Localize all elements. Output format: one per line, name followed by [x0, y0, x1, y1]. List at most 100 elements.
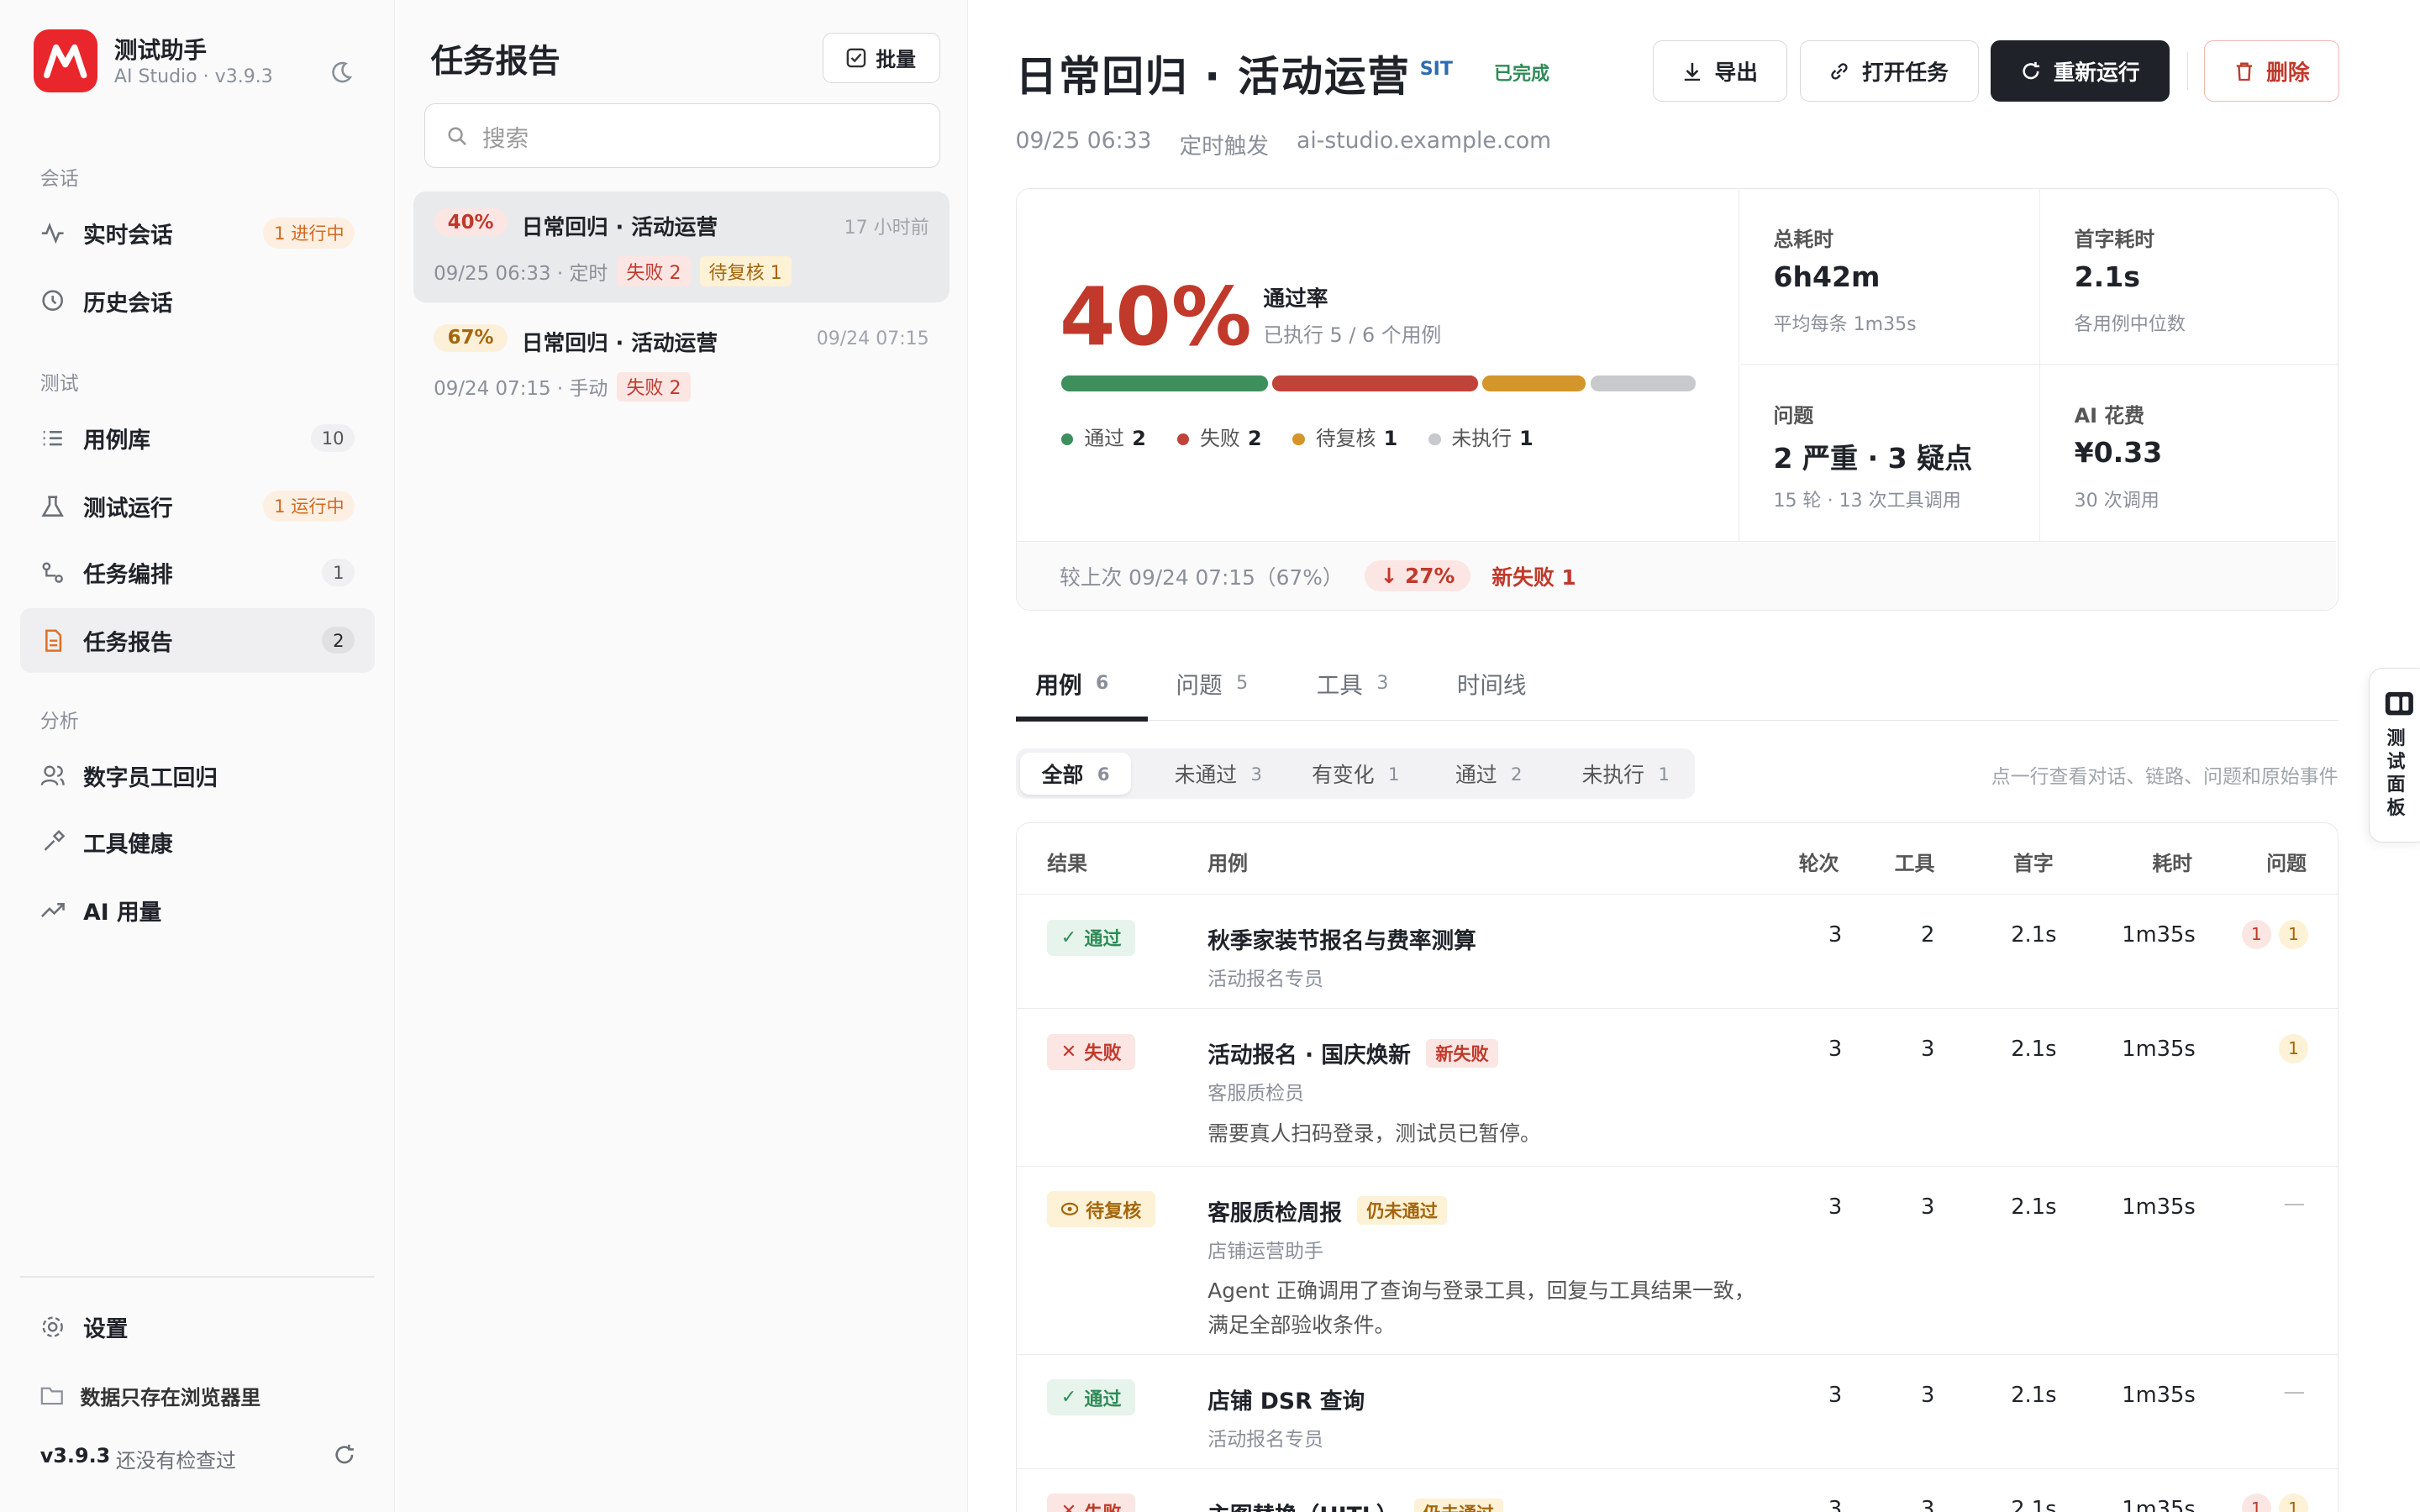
table-row[interactable]: 待复核 客服质检周报 仍未通过 店铺运营助手 Agent 正确调用了查询与登录工具… [1016, 1165, 2338, 1354]
ttft-cell: 2.1s [2011, 1037, 2057, 1063]
panel-label: 测试面板 [2386, 728, 2406, 819]
tab-tools[interactable]: 工具 3 [1317, 666, 1389, 700]
compare-prev: 较上次 09/24 07:15（67%） [1059, 564, 1344, 590]
still-failing-tag: 仍未通过 [1357, 1196, 1447, 1226]
trend-icon [40, 898, 65, 922]
delta-badge: ↓ 27% [1365, 560, 1470, 591]
sidebar-item-live-sessions[interactable]: 实时会话 1 进行中 [20, 201, 375, 265]
open-task-button[interactable]: 打开任务 [1799, 39, 1979, 102]
storage-note: 数据只存在浏览器里 [40, 1381, 260, 1410]
app-title: 测试助手 [113, 36, 208, 64]
sidebar-item-label: 测试运行 [83, 495, 173, 522]
count-badge: 1 [322, 559, 355, 586]
stat-issues: 问题 2 严重 · 3 疑点 15 轮 · 13 次工具调用 [1739, 365, 2039, 541]
column-header: 轮次 [1798, 851, 1839, 875]
tools-cell: 2 [1921, 922, 1935, 948]
sidebar-item-task-reports[interactable]: 任务报告 2 [19, 607, 376, 673]
link-icon [1831, 62, 1849, 80]
moon-icon[interactable] [329, 50, 353, 96]
app-subtitle: AI Studio · v3.9.3 [113, 66, 273, 87]
duration-cell: 1m35s [2122, 1496, 2196, 1512]
legend-review: 待复核 1 [1292, 422, 1397, 451]
sidebar-item-orchestration[interactable]: 任务编排 1 [20, 540, 375, 605]
case-name: 活动报名 · 国庆焕新 新失败 [1207, 1037, 1498, 1069]
ttft-cell: 2.1s [2011, 1194, 2057, 1220]
ttft-cell: 2.1s [2011, 1382, 2057, 1408]
filter-not-run[interactable]: 未执行 1 [1560, 753, 1691, 795]
report-time: 17 小时前 [844, 218, 929, 239]
workflow-icon [40, 560, 65, 585]
tab-cases[interactable]: 用例 6 [1035, 666, 1108, 700]
test-panel-toggle[interactable]: 测试面板 [2369, 668, 2420, 843]
filter-all[interactable]: 全部 6 [1020, 753, 1132, 795]
sidebar-item-digital-staff[interactable]: 数字员工回归 [20, 743, 375, 808]
report-list-item[interactable]: 40% 日常回归 · 活动运营 17 小时前 09/25 06:33 · 定时 … [413, 191, 950, 302]
status-badge: 1 进行中 [263, 217, 355, 249]
rounds-cell: 3 [1828, 1496, 1843, 1512]
refresh-icon[interactable] [334, 1444, 355, 1471]
pass-rate-badge: 40% [434, 207, 508, 237]
app-logo [34, 29, 97, 93]
table-row[interactable]: ✓ 通过 店铺 DSR 查询 活动报名专员 3 3 2.1s 1m35s — [1016, 1353, 2338, 1468]
new-fail-label: 新失败 1 [1491, 564, 1576, 590]
tools-cell: 3 [1921, 1037, 1935, 1063]
search-input[interactable]: 搜索 [424, 103, 940, 169]
filter-changed[interactable]: 有变化 1 [1290, 753, 1421, 795]
divider [2186, 52, 2189, 90]
sidebar-item-label: 数字员工回归 [83, 765, 218, 792]
column-header: 耗时 [2152, 851, 2193, 875]
pulse-icon [40, 221, 65, 245]
sidebar-item-case-library[interactable]: 用例库 10 [20, 406, 375, 470]
batch-button[interactable]: 批量 [822, 32, 940, 84]
settings-button[interactable]: 设置 [20, 1294, 375, 1359]
pass-rate-label: 通过率 [1263, 286, 1328, 312]
history-icon [40, 288, 65, 312]
detail-tabs: 用例 6 问题 5 工具 3 时间线 [1015, 648, 2338, 722]
env-badge: SIT [1419, 58, 1453, 80]
panel-icon [2385, 691, 2413, 716]
export-button[interactable]: 导出 [1653, 39, 1787, 102]
issue-counts: 11 [2241, 919, 2308, 949]
filter-passed[interactable]: 通过 2 [1434, 753, 1544, 795]
sidebar-item-tool-health[interactable]: 工具健康 [20, 810, 375, 874]
rerun-button[interactable]: 重新运行 [1991, 39, 2170, 102]
section-label: 会话 [39, 167, 79, 190]
rounds-cell: 3 [1828, 1194, 1843, 1220]
count-badge: 2 [322, 627, 355, 654]
summary-card: 40% 通过率 已执行 5 / 6 个用例 通过 2 失败 2 待复核 1 未执行 1 … [1015, 188, 2338, 612]
table-row[interactable]: ✕ 失败 主图替换（HITL）仍未通过 3 3 2.1s 1m35s 11 [1016, 1467, 2338, 1512]
refresh-icon [2023, 61, 2040, 79]
update-status: 还没有检查过 [115, 1449, 236, 1473]
report-detail: 日常回归 · 活动运营 SIT 已完成 导出 打开任务 重新运行 删除 09/2… [969, 0, 2420, 1512]
search-placeholder: 搜索 [482, 124, 529, 152]
case-owner: 客服质检员 [1207, 1083, 1304, 1105]
filter-segment: 全部 6 未通过 3 有变化 1 通过 2 未执行 1 [1015, 748, 1695, 800]
tab-issues[interactable]: 问题 5 [1176, 666, 1249, 700]
cases-table: 结果 用例 轮次 工具 首字 耗时 问题 ✓ 通过 秋季家装节报名与费率测算 活… [1015, 822, 2338, 1512]
sidebar-item-test-runs[interactable]: 测试运行 1 运行中 [20, 474, 375, 538]
column-header: 结果 [1047, 851, 1087, 875]
pass-rate-badge: 67% [434, 323, 508, 353]
sidebar-item-label: 用例库 [83, 428, 151, 454]
report-list-item[interactable]: 67% 日常回归 · 活动运营 09/24 07:15 09/24 07:15 … [413, 307, 949, 418]
result-badge: ✕ 失败 [1047, 1494, 1135, 1512]
table-row[interactable]: ✓ 通过 秋季家装节报名与费率测算 活动报名专员 3 2 2.1s 1m35s … [1016, 894, 2338, 1008]
sidebar-item-label: AI 用量 [83, 900, 162, 927]
tab-timeline[interactable]: 时间线 [1457, 666, 1527, 700]
sidebar-item-ai-usage[interactable]: AI 用量 [20, 878, 375, 942]
table-row[interactable]: ✕ 失败 活动报名 · 国庆焕新 新失败 客服质检员 需要真人扫码登录，测试员已暂… [1016, 1008, 2338, 1165]
case-owner: 活动报名专员 [1207, 969, 1323, 991]
tools-cell: 3 [1921, 1194, 1935, 1220]
case-name: 主图替换（HITL）仍未通过 [1207, 1497, 1504, 1512]
progress-review [1482, 375, 1586, 391]
fail-tag: 失败 2 [617, 371, 691, 402]
document-icon [40, 628, 65, 653]
eye-icon [1060, 1203, 1078, 1216]
case-name: 店铺 DSR 查询 [1207, 1388, 1365, 1415]
delete-button[interactable]: 删除 [2203, 39, 2340, 102]
legend-pending: 未执行 1 [1428, 422, 1534, 451]
active-tab-indicator [1015, 717, 1149, 722]
sidebar-item-label: 任务编排 [83, 561, 173, 588]
filter-not-passed[interactable]: 未通过 3 [1153, 753, 1284, 795]
sidebar-item-history[interactable]: 历史会话 [20, 269, 375, 333]
